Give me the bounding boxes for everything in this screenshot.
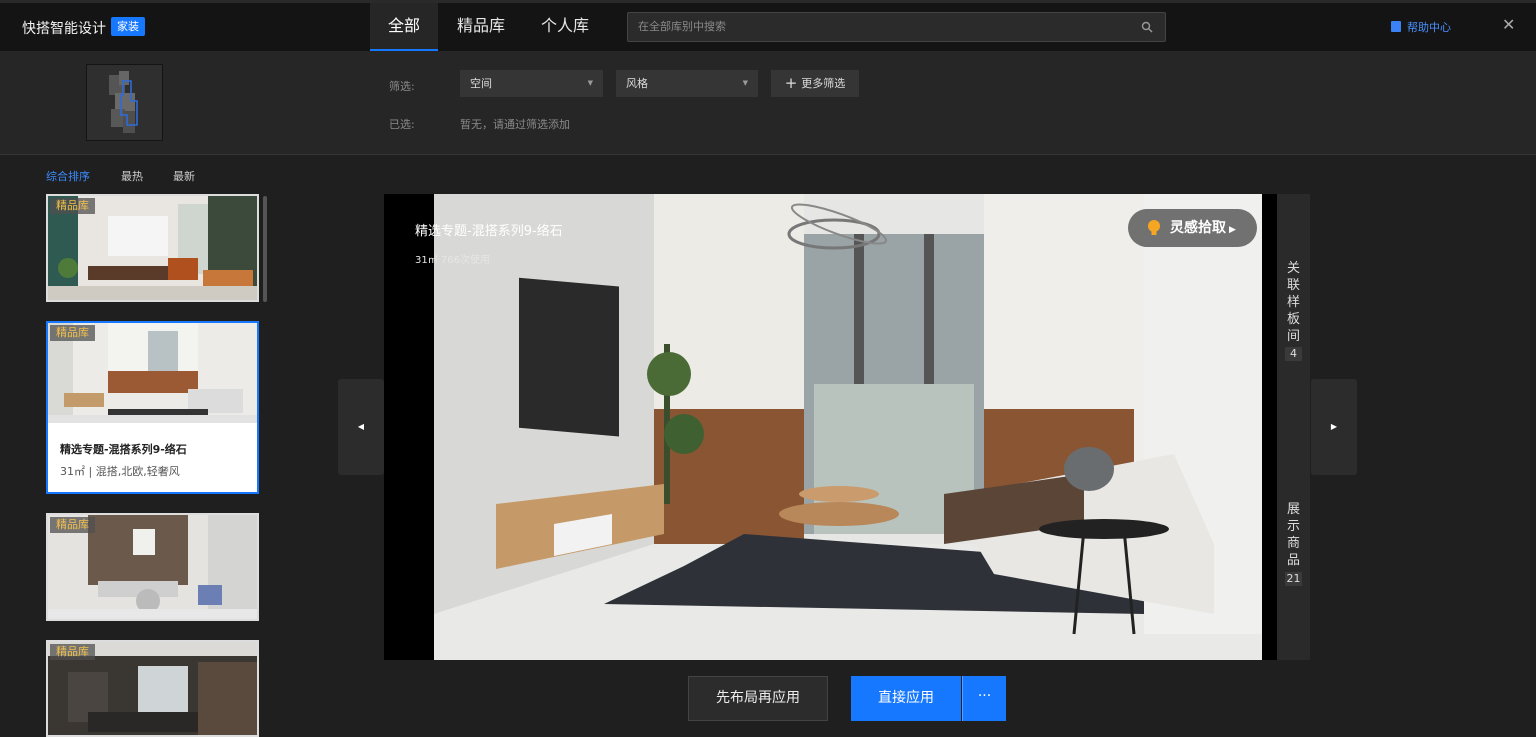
premium-badge: 精品库 [50,517,95,533]
plus-icon: + [784,74,798,92]
related-rooms-count: 4 [1285,347,1302,361]
card-title: 精选专题-混搭系列9-络石 [60,443,187,456]
selected-label: 已选: [389,118,415,131]
premium-badge: 精品库 [50,325,95,341]
filter-bar: 筛选: 空间 ▼ 风格 ▼ + 更多筛选 已选: 暂无，请通过筛选添加 [0,51,1536,155]
style-select-value: 风格 [626,77,648,90]
chevron-down-icon: ▼ [742,79,748,87]
more-filters-button[interactable]: + 更多筛选 [771,70,859,97]
design-card[interactable]: 精品库 [46,640,259,737]
prev-arrow-button[interactable]: ◀ [338,379,384,475]
related-rooms-link[interactable]: 关联样板间 [1277,260,1310,345]
play-icon: ▶ [1229,225,1236,235]
inspiration-pick-label: 灵感拾取 [1170,220,1226,236]
design-card[interactable]: 精品库 [46,194,259,302]
lightbulb-icon [1148,220,1160,235]
premium-badge: 精品库 [50,198,95,214]
selected-empty-text: 暂无，请通过筛选添加 [460,118,570,131]
layout-then-apply-button[interactable]: 先布局再应用 [688,676,828,721]
apply-directly-button[interactable]: 直接应用 [851,676,961,721]
search-input[interactable]: 在全部库别中搜索 [627,12,1166,42]
preview-meta: 31㎡ 766次使用 [415,255,490,266]
search-placeholder: 在全部库别中搜索 [638,20,726,33]
inspiration-pick-button[interactable]: 灵感拾取 ▶ [1128,209,1257,247]
space-select-value: 空间 [470,77,492,90]
showcase-products-label: 展示商品 [1286,502,1300,568]
caret-left-icon: ◀ [357,422,365,431]
showcase-products-link[interactable]: 展示商品 [1277,501,1310,569]
sort-overall[interactable]: 综合排序 [46,168,90,184]
tab-premium[interactable]: 精品库 [448,3,514,51]
more-filters-label: 更多筛选 [801,77,846,90]
help-center-link[interactable]: 帮助中心 [1391,19,1451,35]
close-icon[interactable]: ✕ [1502,15,1515,34]
card-subtitle: 31㎡ | 混搭,北欧,轻奢风 [60,465,180,478]
next-arrow-button[interactable]: ▶ [1311,379,1357,475]
room-render-image [384,194,1277,660]
brand-tag: 家装 [111,17,145,36]
sort-newest[interactable]: 最新 [173,168,195,184]
tab-all[interactable]: 全部 [370,3,438,51]
list-scrollbar[interactable] [263,196,267,302]
help-center-label: 帮助中心 [1407,21,1451,34]
design-card[interactable]: 精品库 [46,513,259,621]
floorplan-icon [109,71,138,133]
style-select[interactable]: 风格 ▼ [616,70,758,97]
floorplan-thumbnail [86,64,163,141]
space-select[interactable]: 空间 ▼ [460,70,603,97]
tab-personal[interactable]: 个人库 [532,3,598,51]
premium-badge: 精品库 [50,644,95,660]
related-side-panel: 关联样板间 4 展示商品 21 [1277,194,1310,660]
top-bar: 快搭智能设计 家装 全部 精品库 个人库 在全部库别中搜索 帮助中心 ✕ [0,0,1536,51]
preview-title: 精选专题-混搭系列9-络石 [415,224,563,239]
related-rooms-label: 关联样板间 [1286,261,1300,344]
chevron-down-icon: ▼ [587,79,593,87]
book-icon [1391,21,1401,32]
brand-name: 快搭智能设计 [22,21,106,37]
search-icon[interactable] [1141,21,1153,33]
filter-label: 筛选: [389,80,415,93]
showcase-products-count: 21 [1285,572,1302,586]
design-preview[interactable]: 精选专题-混搭系列9-络石 31㎡ 766次使用 灵感拾取 ▶ [384,194,1277,660]
caret-right-icon: ▶ [1330,422,1338,431]
sort-hottest[interactable]: 最热 [121,168,143,184]
more-options-button[interactable]: ··· [962,676,1006,721]
app-window: 快搭智能设计 家装 全部 精品库 个人库 在全部库别中搜索 帮助中心 ✕ 筛选:… [0,0,1536,737]
design-card-selected[interactable]: 精品库 精选专题-混搭系列9-络石 31㎡ | 混搭,北欧,轻奢风 [46,321,259,494]
